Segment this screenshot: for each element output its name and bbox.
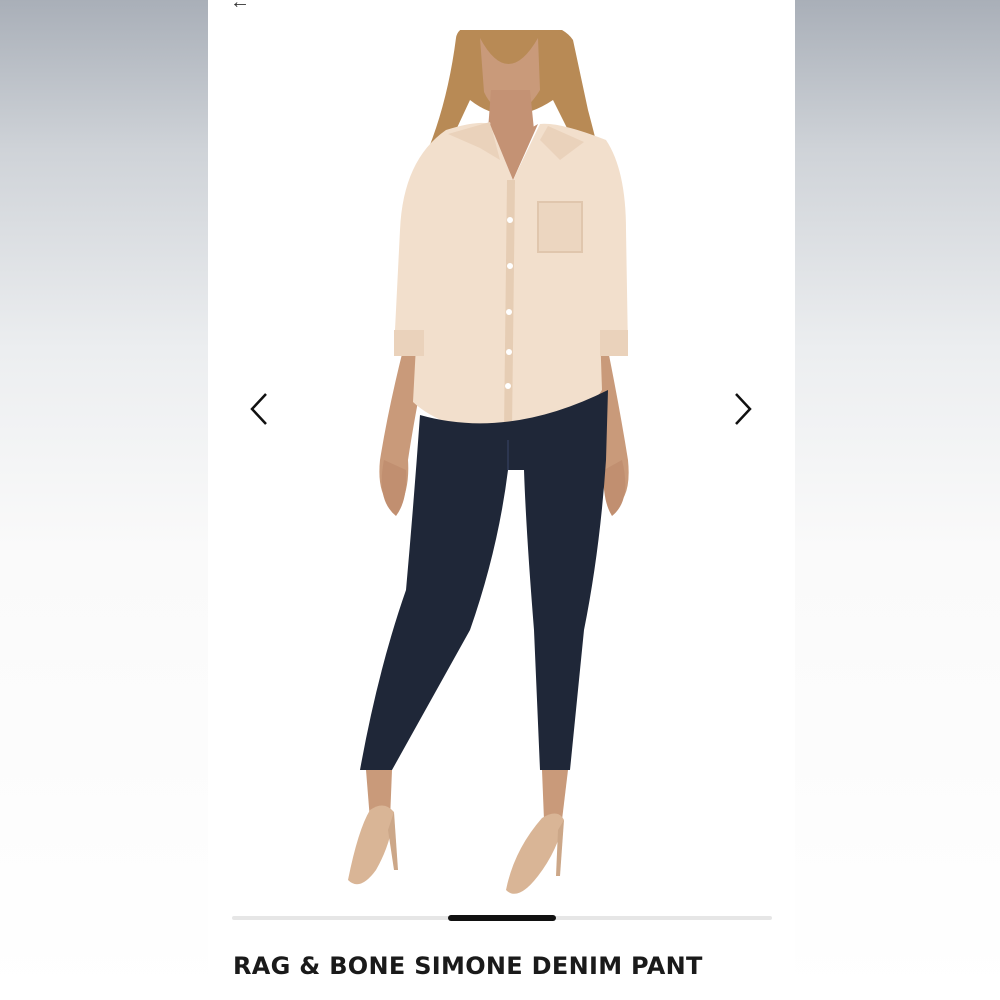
button	[505, 383, 511, 389]
carousel-next-button[interactable]	[728, 390, 758, 428]
blurred-right-margin	[795, 0, 1000, 1000]
button	[506, 349, 512, 355]
carousel-progress-track[interactable]	[232, 915, 772, 921]
product-title: RAG & BONE SIMONE DENIM PANT	[233, 952, 703, 980]
back-button[interactable]: ←	[230, 0, 250, 12]
right-ankle	[542, 770, 568, 820]
carousel-progress-thumb[interactable]	[448, 915, 556, 921]
chevron-left-icon	[250, 393, 267, 425]
button	[507, 217, 513, 223]
button	[506, 309, 512, 315]
arrow-left-icon: ←	[230, 0, 250, 13]
blouse-pocket	[537, 201, 583, 253]
product-photo	[348, 30, 629, 894]
right-cuff	[600, 330, 628, 356]
carousel-prev-button[interactable]	[244, 390, 274, 428]
right-hand	[603, 460, 626, 516]
chevron-right-icon	[735, 393, 752, 425]
left-cuff	[394, 330, 424, 356]
left-shoe	[348, 805, 394, 885]
button	[507, 263, 513, 269]
right-shoe	[506, 813, 564, 894]
product-screen: ← RAG & BONE SIMONE DENIM PANT	[208, 0, 795, 1000]
blurred-left-margin	[0, 0, 208, 1000]
